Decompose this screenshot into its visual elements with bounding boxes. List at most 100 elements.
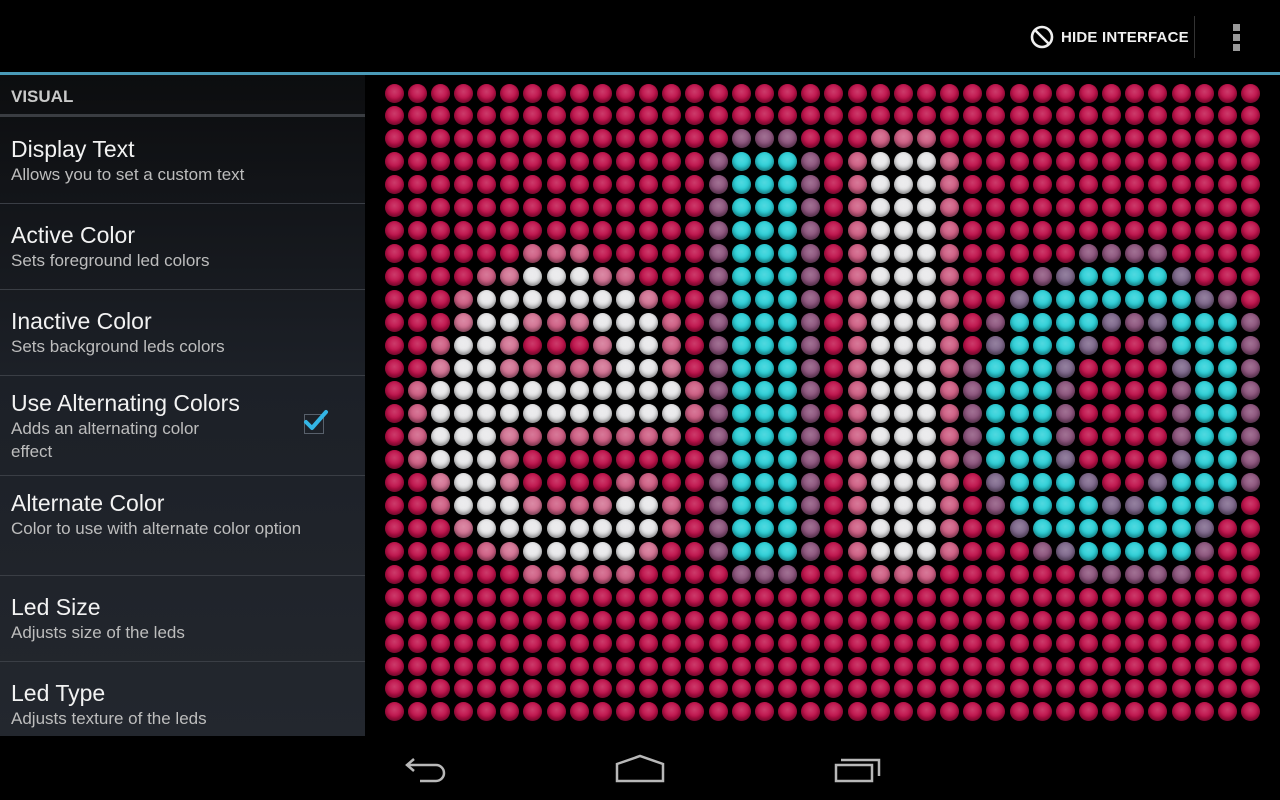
led: [1055, 83, 1075, 103]
led: [1102, 289, 1122, 309]
led: [1079, 243, 1098, 263]
led: [1009, 564, 1029, 584]
led: [592, 427, 612, 447]
led: [407, 702, 427, 722]
hide-interface-button[interactable]: HIDE INTERFACE: [1030, 22, 1189, 52]
led: [963, 404, 983, 424]
led: [870, 152, 890, 172]
led: [916, 335, 936, 355]
led: [430, 473, 450, 493]
led: [870, 335, 890, 355]
led: [847, 312, 867, 332]
led: [801, 587, 821, 607]
led: [986, 679, 1006, 699]
led: [1055, 564, 1075, 584]
led: [916, 243, 936, 263]
alternating-colors-checkbox[interactable]: [304, 410, 328, 434]
led: [1194, 381, 1214, 401]
led: [963, 496, 983, 516]
led: [708, 404, 728, 424]
led: [778, 335, 798, 355]
led: [986, 450, 1006, 470]
led: [916, 427, 936, 447]
led: [1009, 656, 1029, 676]
led: [500, 221, 520, 241]
led: [546, 633, 566, 653]
led: [1125, 587, 1145, 607]
led: [523, 106, 543, 126]
led: [754, 243, 774, 263]
led: [963, 450, 983, 470]
led: [546, 221, 566, 241]
back-icon[interactable]: [400, 754, 448, 784]
led: [1102, 610, 1122, 630]
led: [1079, 221, 1098, 241]
pref-led-type[interactable]: Led Type Adjusts texture of the leds: [0, 662, 365, 736]
led: [1148, 243, 1168, 263]
led: [1102, 702, 1122, 722]
led: [477, 518, 497, 538]
led: [592, 518, 612, 538]
led: [1171, 198, 1191, 218]
led: [500, 679, 520, 699]
led: [731, 564, 751, 584]
led: [824, 312, 844, 332]
led: [500, 587, 520, 607]
pref-display-text[interactable]: Display Text Allows you to set a custom …: [0, 117, 365, 204]
recent-apps-icon[interactable]: [832, 754, 884, 784]
led: [708, 312, 728, 332]
home-icon[interactable]: [614, 754, 666, 784]
led: [685, 564, 705, 584]
led: [384, 427, 404, 447]
led: [569, 679, 589, 699]
led: [870, 312, 890, 332]
pref-active-color[interactable]: Active Color Sets foreground led colors: [0, 204, 365, 290]
pref-alternate-color[interactable]: Alternate Color Color to use with altern…: [0, 476, 365, 576]
led: [847, 541, 867, 561]
led: [1079, 312, 1098, 332]
led: [1217, 450, 1237, 470]
led: [1055, 702, 1075, 722]
led: [1032, 266, 1052, 286]
led: [1102, 243, 1122, 263]
pref-use-alternating-colors[interactable]: Use Alternating Colors Adds an alternati…: [0, 376, 365, 476]
led: [1032, 450, 1052, 470]
led: [824, 152, 844, 172]
led: [662, 450, 682, 470]
led: [453, 312, 473, 332]
led: [384, 175, 404, 195]
led: [500, 381, 520, 401]
overflow-menu-button[interactable]: [1222, 20, 1252, 56]
led: [801, 289, 821, 309]
led: [1079, 404, 1098, 424]
led: [986, 243, 1006, 263]
led: [685, 358, 705, 378]
led: [1009, 243, 1029, 263]
led: [801, 106, 821, 126]
led: [616, 152, 635, 172]
led: [1079, 633, 1098, 653]
led: [940, 266, 960, 286]
led: [778, 83, 798, 103]
led: [1171, 221, 1191, 241]
led: [1194, 610, 1214, 630]
led: [754, 702, 774, 722]
led: [1102, 358, 1122, 378]
led: [523, 633, 543, 653]
led: [870, 610, 890, 630]
led: [731, 266, 751, 286]
pref-led-size[interactable]: Led Size Adjusts size of the leds: [0, 576, 365, 662]
led: [407, 152, 427, 172]
led: [430, 312, 450, 332]
led: [616, 541, 635, 561]
led: [801, 243, 821, 263]
pref-inactive-color[interactable]: Inactive Color Sets background leds colo…: [0, 290, 365, 376]
led: [731, 129, 751, 149]
led: [430, 243, 450, 263]
led: [453, 221, 473, 241]
led: [453, 427, 473, 447]
led: [592, 450, 612, 470]
led: [963, 358, 983, 378]
more-vert-icon-dot: [1233, 44, 1240, 51]
pref-title: Alternate Color: [11, 490, 165, 516]
